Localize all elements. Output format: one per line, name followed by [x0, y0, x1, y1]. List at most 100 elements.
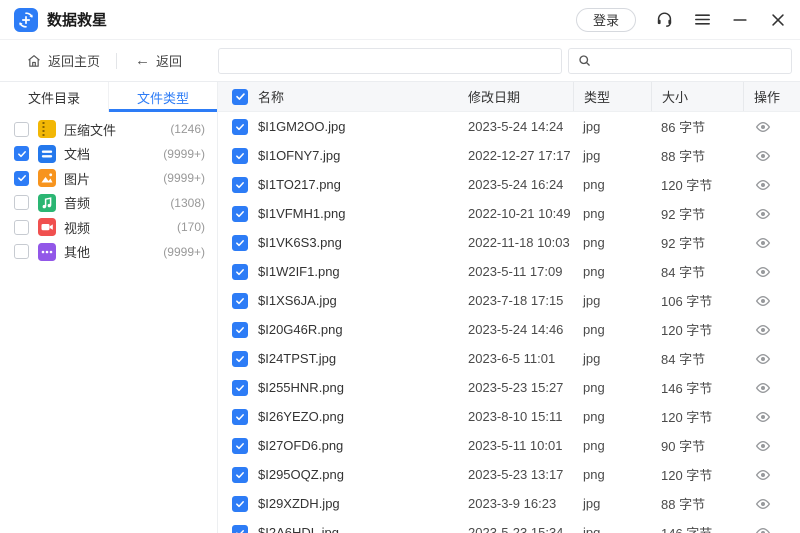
file-type-checkbox[interactable]: [14, 146, 29, 161]
select-all-checkbox[interactable]: [232, 89, 248, 105]
file-type: jpg: [573, 525, 651, 533]
file-size: 88 字节: [651, 494, 743, 513]
table-row[interactable]: $I24TPST.jpg2023-6-5 11:01jpg84 字节: [218, 344, 800, 373]
column-header-name[interactable]: 名称: [258, 87, 284, 106]
file-name-cell: $I2A6HDL.jpg: [218, 525, 458, 533]
row-checkbox[interactable]: [232, 235, 248, 251]
file-name: $I1W2IF1.png: [258, 264, 340, 279]
file-type-item[interactable]: 音频(1308): [0, 191, 217, 216]
file-date: 2023-6-5 11:01: [458, 351, 573, 366]
row-checkbox[interactable]: [232, 351, 248, 367]
file-action-cell: [743, 264, 800, 280]
table-row[interactable]: $I295OQZ.png2023-5-23 13:17png120 字节: [218, 460, 800, 489]
row-checkbox[interactable]: [232, 148, 248, 164]
file-date: 2023-5-11 10:01: [458, 438, 573, 453]
tab-file-directory[interactable]: 文件目录: [0, 82, 108, 112]
preview-eye-icon[interactable]: [755, 525, 771, 533]
tab-file-type[interactable]: 文件类型: [108, 82, 217, 112]
file-type-item[interactable]: 压缩文件(1246): [0, 117, 217, 142]
table-row[interactable]: $I27OFD6.png2023-5-11 10:01png90 字节: [218, 431, 800, 460]
table-row[interactable]: $I1TO217.png2023-5-24 16:24png120 字节: [218, 170, 800, 199]
file-name-cell: $I1XS6JA.jpg: [218, 293, 458, 309]
support-headset-icon[interactable]: [654, 10, 674, 30]
row-checkbox[interactable]: [232, 409, 248, 425]
preview-eye-icon[interactable]: [755, 235, 771, 251]
table-row[interactable]: $I1VFMH1.png2022-10-21 10:49png92 字节: [218, 199, 800, 228]
home-button[interactable]: 返回主页: [26, 51, 100, 70]
table-row[interactable]: $I20G46R.png2023-5-24 14:46png120 字节: [218, 315, 800, 344]
file-name-cell: $I1OFNY7.jpg: [218, 148, 458, 164]
column-header-size[interactable]: 大小: [651, 82, 743, 111]
preview-eye-icon[interactable]: [755, 119, 771, 135]
table-row[interactable]: $I1VK6S3.png2022-11-18 10:03png92 字节: [218, 228, 800, 257]
table-row[interactable]: $I1XS6JA.jpg2023-7-18 17:15jpg106 字节: [218, 286, 800, 315]
other-icon: [38, 243, 56, 261]
file-type-item[interactable]: 其他(9999+): [0, 240, 217, 265]
preview-eye-icon[interactable]: [755, 438, 771, 454]
column-header-type[interactable]: 类型: [573, 82, 651, 111]
file-type-checkbox[interactable]: [14, 122, 29, 137]
preview-eye-icon[interactable]: [755, 496, 771, 512]
file-date: 2023-8-10 15:11: [458, 409, 573, 424]
row-checkbox[interactable]: [232, 467, 248, 483]
row-checkbox[interactable]: [232, 525, 248, 533]
row-checkbox[interactable]: [232, 322, 248, 338]
preview-eye-icon[interactable]: [755, 409, 771, 425]
menu-icon[interactable]: [692, 10, 712, 30]
preview-eye-icon[interactable]: [755, 293, 771, 309]
file-type-checkbox[interactable]: [14, 195, 29, 210]
preview-eye-icon[interactable]: [755, 206, 771, 222]
file-type-item[interactable]: 文档(9999+): [0, 142, 217, 167]
doc-icon: [38, 145, 56, 163]
table-row[interactable]: $I1OFNY7.jpg2022-12-27 17:17jpg88 字节: [218, 141, 800, 170]
back-button[interactable]: ← 返回: [135, 51, 182, 70]
preview-eye-icon[interactable]: [755, 322, 771, 338]
file-type-item[interactable]: 视频(170): [0, 215, 217, 240]
file-type-count: (170): [177, 220, 205, 234]
file-date: 2023-3-9 16:23: [458, 496, 573, 511]
home-label: 返回主页: [48, 51, 100, 70]
row-checkbox[interactable]: [232, 293, 248, 309]
file-type-checkbox[interactable]: [14, 244, 29, 259]
row-checkbox[interactable]: [232, 177, 248, 193]
minimize-icon[interactable]: [730, 10, 750, 30]
row-checkbox[interactable]: [232, 119, 248, 135]
table-row[interactable]: $I1W2IF1.png2023-5-11 17:09png84 字节: [218, 257, 800, 286]
table-row[interactable]: $I1GM2OO.jpg2023-5-24 14:24jpg86 字节: [218, 112, 800, 141]
preview-eye-icon[interactable]: [755, 467, 771, 483]
row-checkbox[interactable]: [232, 264, 248, 280]
file-type-checkbox[interactable]: [14, 171, 29, 186]
file-size: 146 字节: [651, 523, 743, 533]
table-row[interactable]: $I2A6HDL.jpg2023-5-23 15:34jpg146 字节: [218, 518, 800, 533]
file-type-list: 压缩文件(1246)文档(9999+)图片(9999+)音频(1308)视频(1…: [0, 112, 217, 264]
row-checkbox[interactable]: [232, 438, 248, 454]
table-row[interactable]: $I26YEZO.png2023-8-10 15:11png120 字节: [218, 402, 800, 431]
preview-eye-icon[interactable]: [755, 264, 771, 280]
file-type: jpg: [573, 351, 651, 366]
file-type: png: [573, 177, 651, 192]
row-checkbox[interactable]: [232, 206, 248, 222]
login-button[interactable]: 登录: [576, 8, 636, 32]
column-header-date[interactable]: 修改日期: [458, 82, 573, 111]
row-checkbox[interactable]: [232, 496, 248, 512]
column-header-action[interactable]: 操作: [743, 82, 800, 111]
search-box[interactable]: [568, 48, 792, 74]
file-size: 86 字节: [651, 117, 743, 136]
path-input[interactable]: [218, 48, 562, 74]
file-size: 120 字节: [651, 465, 743, 484]
table-row[interactable]: $I29XZDH.jpg2023-3-9 16:23jpg88 字节: [218, 489, 800, 518]
table-row[interactable]: $I255HNR.png2023-5-23 15:27png146 字节: [218, 373, 800, 402]
file-action-cell: [743, 148, 800, 164]
file-type-label: 文档: [64, 144, 90, 163]
preview-eye-icon[interactable]: [755, 380, 771, 396]
table-body: $I1GM2OO.jpg2023-5-24 14:24jpg86 字节$I1OF…: [218, 112, 800, 533]
file-type-checkbox[interactable]: [14, 220, 29, 235]
row-checkbox[interactable]: [232, 380, 248, 396]
file-type-item[interactable]: 图片(9999+): [0, 166, 217, 191]
preview-eye-icon[interactable]: [755, 177, 771, 193]
sidebar: 文件目录 文件类型 压缩文件(1246)文档(9999+)图片(9999+)音频…: [0, 82, 218, 533]
search-input[interactable]: [598, 54, 783, 68]
close-icon[interactable]: [768, 10, 788, 30]
preview-eye-icon[interactable]: [755, 351, 771, 367]
preview-eye-icon[interactable]: [755, 148, 771, 164]
